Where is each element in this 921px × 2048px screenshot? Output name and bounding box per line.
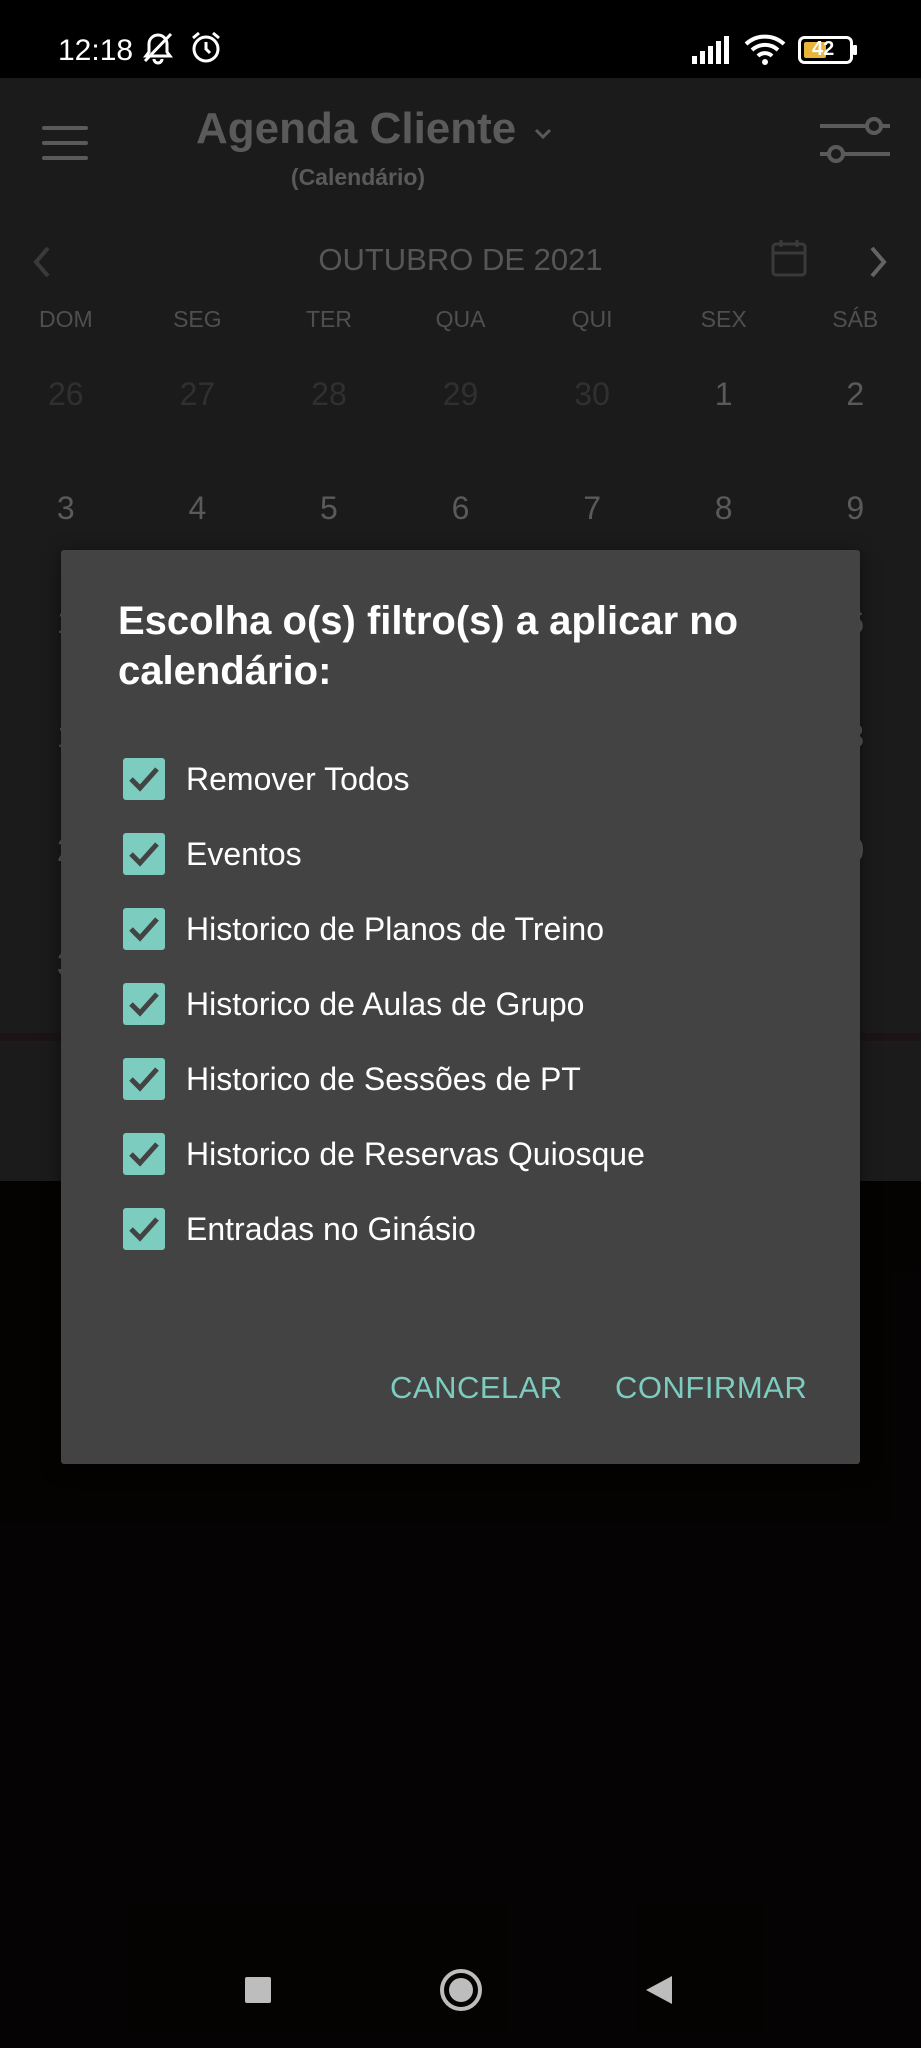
option-label: Historico de Aulas de Grupo (186, 986, 585, 1022)
filter-option-aulas-grupo[interactable]: Historico de Aulas de Grupo (123, 983, 783, 1027)
option-label: Eventos (186, 836, 302, 872)
battery-level: 42 (812, 38, 835, 60)
battery-icon: 42 (798, 36, 858, 69)
signal-icon (692, 36, 734, 69)
option-label: Remover Todos (186, 761, 410, 797)
status-time: 12:18 (58, 34, 134, 67)
checkbox-checked[interactable] (123, 1058, 165, 1100)
checkbox-checked[interactable] (123, 833, 165, 875)
checkbox-checked[interactable] (123, 1208, 165, 1250)
system-nav-bar (0, 1940, 921, 2048)
checkbox-checked[interactable] (123, 758, 165, 800)
filter-option-remover-todos[interactable]: Remover Todos (123, 758, 783, 802)
home-icon[interactable] (439, 1968, 483, 2017)
filter-option-entradas-ginasio[interactable]: Entradas no Ginásio (123, 1208, 783, 1252)
confirm-button[interactable]: CONFIRMAR (615, 1370, 807, 1406)
checkbox-checked[interactable] (123, 908, 165, 950)
option-label: Entradas no Ginásio (186, 1211, 476, 1247)
filter-option-eventos[interactable]: Eventos (123, 833, 783, 877)
cancel-button[interactable]: CANCELAR (390, 1370, 563, 1406)
option-label: Historico de Planos de Treino (186, 911, 604, 947)
alarm-icon (188, 30, 224, 71)
recents-icon[interactable] (244, 1976, 272, 2009)
filter-option-reservas-quiosque[interactable]: Historico de Reservas Quiosque (123, 1133, 783, 1177)
filter-dialog: Escolha o(s) filtro(s) a aplicar no cale… (61, 550, 860, 1464)
filter-option-planos-treino[interactable]: Historico de Planos de Treino (123, 908, 783, 952)
option-label: Historico de Reservas Quiosque (186, 1136, 645, 1172)
muted-bell-icon (140, 30, 176, 71)
checkbox-checked[interactable] (123, 983, 165, 1025)
back-icon[interactable] (644, 1974, 674, 2011)
option-label: Historico de Sessões de PT (186, 1061, 581, 1097)
dialog-title: Escolha o(s) filtro(s) a aplicar no cale… (118, 599, 739, 693)
checkbox-checked[interactable] (123, 1133, 165, 1175)
filter-option-sessoes-pt[interactable]: Historico de Sessões de PT (123, 1058, 783, 1102)
wifi-icon (744, 34, 786, 71)
status-bar: 12:18 42 (0, 0, 921, 78)
